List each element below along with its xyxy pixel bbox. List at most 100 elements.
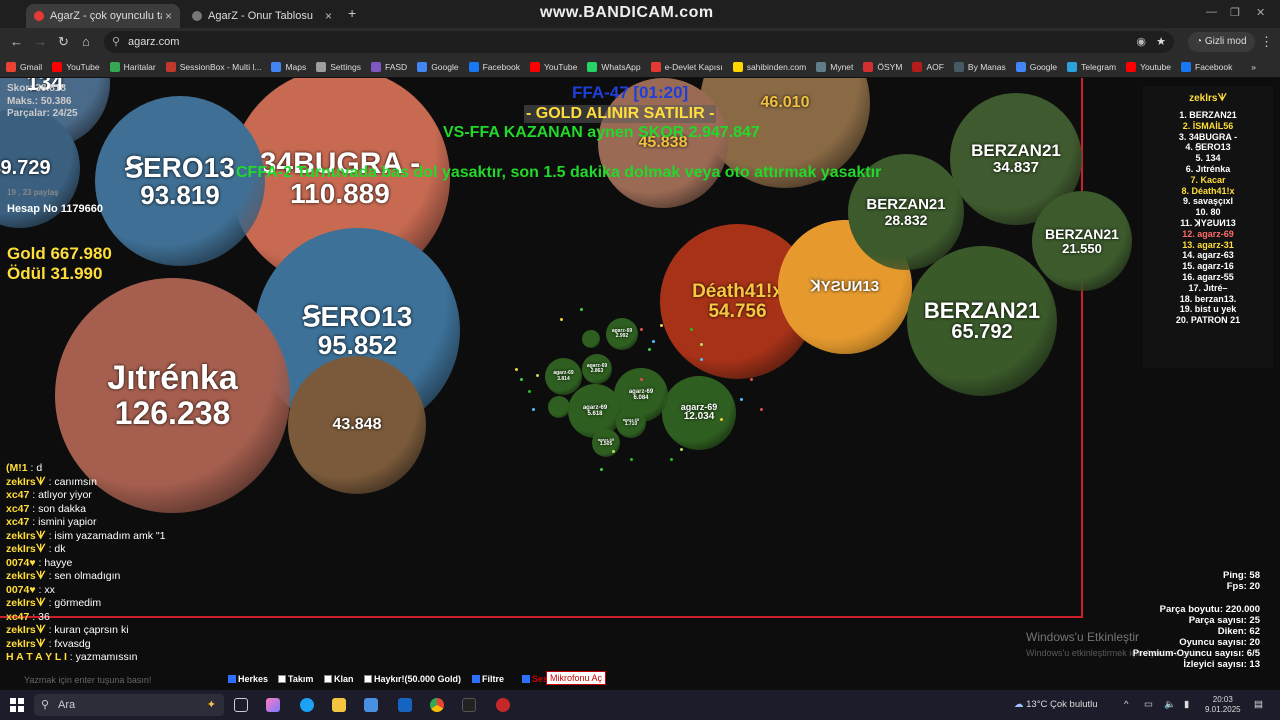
forward-icon[interactable]: → <box>34 34 47 49</box>
bookmark-item[interactable]: Google <box>1015 61 1057 72</box>
checkbox[interactable] <box>228 675 236 683</box>
restore-icon[interactable]: ❐ <box>1230 6 1240 19</box>
store-icon[interactable] <box>364 698 378 712</box>
copilot-icon[interactable] <box>266 698 280 712</box>
chat-filter-option[interactable]: Haykır!(50.000 Gold) <box>364 674 461 684</box>
incognito-badge[interactable]: ◔ Gizli mod <box>1188 32 1255 52</box>
bookmark-item[interactable]: Google <box>417 61 459 72</box>
outlook-icon[interactable] <box>398 698 412 712</box>
task-view-icon[interactable] <box>234 698 248 712</box>
chat-filter-option[interactable]: Takım <box>278 674 313 684</box>
new-tab-button[interactable]: + <box>348 5 356 21</box>
fps-readout: Fps: 20 <box>1226 581 1260 592</box>
leaderboard-entry: 14. agarz-63 <box>1182 250 1234 261</box>
tray-chevron-icon[interactable]: ^ <box>1124 699 1128 710</box>
microphone-button[interactable]: Mikrofonu Aç <box>546 671 607 685</box>
minimize-icon[interactable]: — <box>1206 6 1217 18</box>
score-readout: Skor: 38.818 <box>7 83 66 94</box>
bookmark-item[interactable]: Telegram <box>1067 61 1116 72</box>
close-window-icon[interactable]: ✕ <box>1256 6 1265 19</box>
battery-icon[interactable]: ▮ <box>1184 699 1189 710</box>
share-readout: 19 , 23 paylaş <box>7 188 59 197</box>
checkbox[interactable] <box>364 675 372 683</box>
bookmark-favicon-icon <box>271 61 282 72</box>
close-tab-icon[interactable]: × <box>325 9 332 23</box>
bookmark-item[interactable]: SessionBox - Multi l... <box>165 61 261 72</box>
file-explorer-icon[interactable] <box>332 698 346 712</box>
reload-icon[interactable]: ↻ <box>58 34 69 50</box>
network-icon[interactable]: ▭ <box>1144 699 1153 710</box>
taskbar-search[interactable]: ⚲ Ara ✦ <box>34 694 224 716</box>
chat-message: zekIrsᗐ : sen olmadıgın <box>6 570 256 584</box>
leaderboard-entry: 17. Jıtré– <box>1188 282 1228 293</box>
cell-score: 65.792 <box>951 321 1013 344</box>
bookmark-item[interactable]: Facebook <box>468 61 520 72</box>
cell-score: 6.084 <box>633 395 649 401</box>
bookmark-star-icon[interactable]: ★ <box>1156 31 1166 53</box>
food-pellet <box>670 458 673 461</box>
back-icon[interactable]: ← <box>10 34 23 49</box>
chat-filter-option[interactable]: Ses <box>522 674 548 684</box>
notification-icon[interactable]: ▤ <box>1254 699 1263 710</box>
tracking-eye-icon[interactable]: ◉ <box>1136 31 1146 53</box>
checkbox[interactable] <box>472 675 480 683</box>
chat-text: : dk <box>45 543 66 555</box>
chat-log: (M!1 : d zekIrsᗐ : canımsın xc47 : atlıyor… <box>6 462 256 665</box>
chat-filter-option[interactable]: Herkes <box>228 674 268 684</box>
part-size-readout: Parça boyutu: 220.000 <box>1159 604 1260 615</box>
bookmark-item[interactable]: Youtube <box>1126 61 1171 72</box>
windows-start-icon[interactable] <box>10 698 24 712</box>
bookmark-item[interactable]: Mynet <box>816 61 853 72</box>
bookmark-item[interactable]: e-Devlet Kapısı <box>650 61 723 72</box>
checkbox[interactable] <box>522 675 530 683</box>
bookmark-favicon-icon <box>732 61 743 72</box>
tab-agarz-honor-board[interactable]: AgarZ - Onur Tablosu × <box>184 4 340 28</box>
chat-text: : yazmamıssın <box>66 651 138 663</box>
bookmark-item[interactable]: YouTube <box>529 61 577 72</box>
bookmark-item[interactable]: Gmail <box>6 61 42 72</box>
cell-name: ꓘYƧUИ13 <box>810 278 880 296</box>
bookmark-item[interactable]: sahibinden.com <box>732 61 806 72</box>
edge-icon[interactable] <box>300 698 314 712</box>
weather-widget[interactable]: ☁ 13°C Çok bulutlu <box>1014 699 1098 710</box>
bookmark-item[interactable]: YouTube <box>52 61 100 72</box>
checkbox[interactable] <box>324 675 332 683</box>
chat-input[interactable]: Yazmak için enter tuşuna basın! <box>8 672 218 688</box>
bookmark-item[interactable]: AOF <box>912 61 944 72</box>
chat-filter-option[interactable]: Klan <box>324 674 354 684</box>
cell-name: BERZAN21 <box>971 141 1061 161</box>
chrome-icon[interactable] <box>430 698 444 712</box>
address-bar[interactable]: ⚲ agarz.com ◉ ★ <box>104 31 1174 53</box>
bookmark-item[interactable]: FASD <box>370 61 407 72</box>
bookmark-item[interactable]: By Manas <box>953 61 1006 72</box>
browser-toolbar: ← → ↻ ⌂ ⚲ agarz.com ◉ ★ ◔ Gizli mod ⋮ <box>0 28 1280 56</box>
bandicam-record-icon[interactable] <box>496 698 510 712</box>
bookmark-favicon-icon <box>109 61 120 72</box>
bookmark-item[interactable]: WhatsApp <box>587 61 641 72</box>
cell-score: 110.889 <box>290 178 390 210</box>
leaderboard-entry: 18. berzan13. <box>1179 293 1237 304</box>
chat-filter-option[interactable]: Filtre <box>472 674 504 684</box>
bookmark-item[interactable]: Facebook <box>1181 61 1232 72</box>
home-icon[interactable]: ⌂ <box>82 34 90 49</box>
bookmarks-overflow-icon[interactable]: » <box>1251 62 1256 72</box>
volume-icon[interactable]: 🔈 <box>1164 699 1176 710</box>
taskbar-clock[interactable]: 20:03 9.01.2025 <box>1205 695 1241 715</box>
menu-kebab-icon[interactable]: ⋮ <box>1260 34 1273 50</box>
checkbox[interactable] <box>278 675 286 683</box>
option-label: Haykır!(50.000 Gold) <box>374 674 462 684</box>
chat-username: zekIrsᗐ <box>6 529 46 542</box>
bookmark-item[interactable]: ÖSYM <box>863 61 902 72</box>
close-tab-icon[interactable]: × <box>165 9 172 23</box>
tab-agarz-game[interactable]: AgarZ - çok oyunculu tarayıcı o... × <box>26 4 180 28</box>
bookmark-item[interactable]: Haritalar <box>109 61 156 72</box>
chat-message: zekIrsᗐ : fxvasdg <box>6 638 256 652</box>
search-placeholder: Ara <box>58 699 76 711</box>
game-canvas[interactable]: 13449.72934BUGRA -110.889ꞨERO1393.819ꞨER… <box>0 78 1280 690</box>
bookmark-label: e-Devlet Kapısı <box>664 61 723 72</box>
chat-username: 0074♥ <box>6 556 36 569</box>
app-icon[interactable] <box>462 698 476 712</box>
bookmark-item[interactable]: Settings <box>316 61 361 72</box>
site-info-icon[interactable]: ⚲ <box>112 31 120 53</box>
bookmark-item[interactable]: Maps <box>271 61 306 72</box>
